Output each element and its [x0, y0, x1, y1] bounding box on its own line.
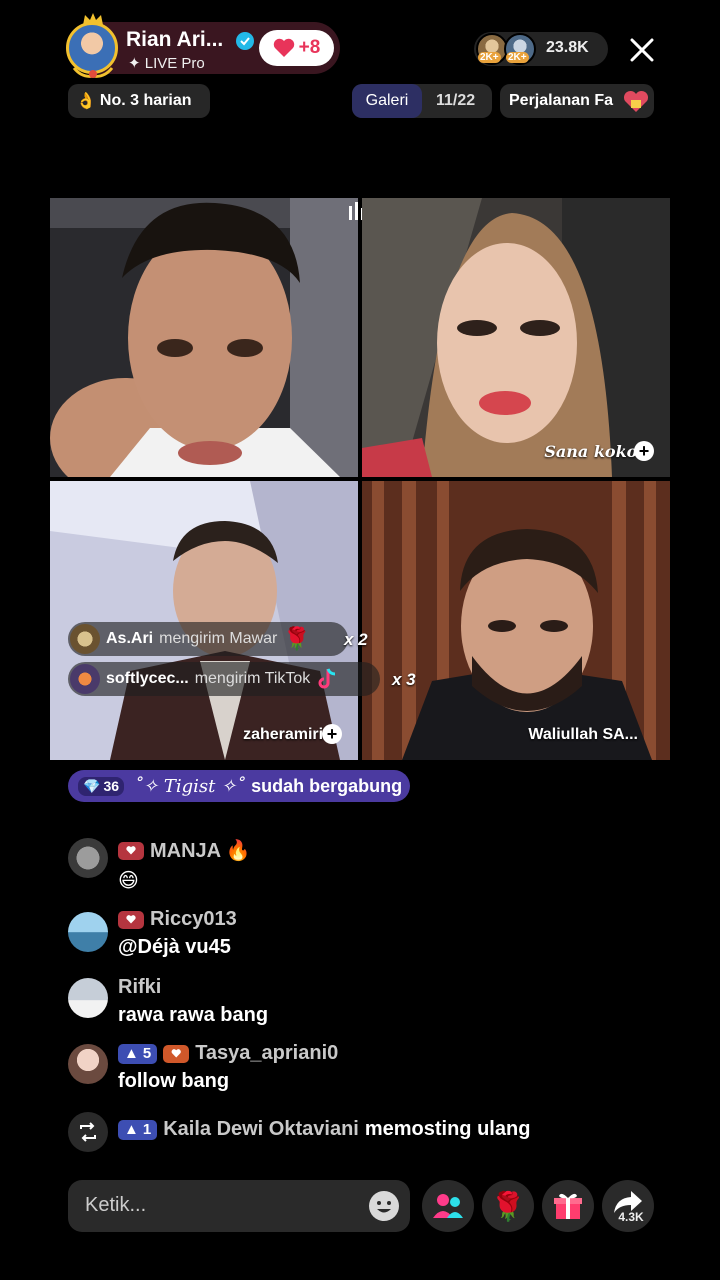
fire-icon: 👌: [76, 93, 96, 110]
user-level-badge: ▲ 5: [118, 1043, 158, 1064]
emoji-icon[interactable]: [368, 1190, 400, 1222]
gift-box-icon: [554, 1193, 582, 1219]
repost-action: memosting ulang: [364, 1118, 531, 1140]
level-triangle-icon: ▲: [124, 1121, 139, 1138]
guest-name: Sana koko-: [544, 442, 644, 461]
fan-badge-icon: [163, 1044, 190, 1063]
chat-username-text: Tasya_apriani0: [195, 1042, 339, 1064]
chat-username[interactable]: MANJA 🔥: [118, 838, 251, 863]
guest-video-3[interactable]: zaheramiri6 +: [50, 481, 358, 760]
rose-icon: 🌹: [490, 1190, 526, 1222]
viewer-list[interactable]: 2K+ 2K+ 23.8K: [474, 32, 608, 66]
rose-icon: 🌹: [283, 626, 311, 651]
joined-username: ˚✧ Tigist ✧˚: [134, 775, 246, 797]
follow-like-button[interactable]: +8: [259, 30, 334, 66]
level-number: 5: [142, 1045, 152, 1062]
tiktok-icon: [318, 668, 336, 689]
video-frame: [50, 198, 358, 477]
video-frame: [362, 198, 670, 477]
guest-video-2[interactable]: Sana koko- +: [362, 198, 670, 477]
guest-video-4[interactable]: Waliullah SA...: [362, 481, 670, 760]
gift-sender-avatar: [70, 664, 100, 694]
repost-username[interactable]: Kaila Dewi Oktaviani: [163, 1118, 359, 1141]
gallery-label: Galeri: [352, 84, 422, 118]
gift-notification: softlycec... mengirim TikTok: [68, 662, 380, 696]
host-name: Rian Ari...: [126, 28, 224, 51]
user-level-badge: ▲ 1: [118, 1119, 158, 1140]
chat-avatar[interactable]: [68, 912, 108, 952]
journey-chip[interactable]: Perjalanan Fa: [500, 84, 654, 118]
viewer-badge: 2K+: [506, 52, 529, 63]
guest-video-1[interactable]: [50, 198, 358, 477]
level-number: 36: [103, 778, 120, 794]
guest-name: zaheramiri6: [243, 726, 332, 743]
chat-text: follow bang: [118, 1070, 230, 1092]
daily-rank-chip[interactable]: 👌 No. 3 harian: [68, 84, 210, 118]
viewer-badge: 2K+: [478, 52, 501, 63]
chat-username-text: Riccy013: [150, 908, 237, 930]
comment-input[interactable]: Ketik...: [68, 1180, 410, 1232]
video-frame: [50, 481, 358, 760]
level-triangle-icon: ▲: [124, 1045, 139, 1062]
rank-label: No. 3 harian: [99, 92, 192, 109]
guests-button[interactable]: [422, 1180, 474, 1232]
fan-badge-icon: [118, 910, 144, 929]
host-info[interactable]: Rian Ari... ✦ LIVE Pro +8: [66, 13, 340, 78]
heart-icon: [273, 38, 294, 57]
gallery-chip[interactable]: Galeri 11/22: [352, 84, 492, 118]
host-subtitle: ✦ LIVE Pro: [128, 55, 205, 72]
chat-text: @Déjà vu45: [118, 936, 231, 958]
laurel-icon: [72, 67, 114, 78]
journey-label: Perjalanan Fa: [509, 92, 614, 109]
share-button[interactable]: [602, 1180, 654, 1232]
verified-icon: [236, 32, 254, 50]
join-banner: 💎 36 ˚✧ Tigist ✧˚ sudah bergabung: [68, 770, 410, 802]
user-level-badge: 💎 36: [78, 776, 125, 796]
gift-multiplier: x 3: [392, 670, 416, 689]
gift-button[interactable]: [542, 1180, 594, 1232]
chat-username-text: MANJA 🔥: [150, 840, 251, 862]
diamond-icon: 💎: [83, 777, 101, 794]
gift-sender: As.Ari: [106, 630, 154, 647]
close-icon[interactable]: [626, 34, 658, 66]
join-text: sudah bergabung: [251, 775, 403, 796]
gift-action: mengirim Mawar: [159, 630, 278, 647]
multi-guest-icon: [433, 1194, 463, 1218]
chat-username[interactable]: Riccy013: [118, 908, 237, 931]
gift-sender: softlycec...: [106, 670, 189, 687]
chat-text: rawa rawa bang: [118, 1004, 269, 1026]
crown-icon: [83, 13, 103, 25]
chat-avatar[interactable]: [68, 978, 108, 1018]
gift-multiplier: x 2: [344, 630, 368, 649]
share-count: 4.3K: [618, 1210, 644, 1224]
follow-plus-icon[interactable]: +: [322, 724, 342, 744]
chat-text: 😄: [118, 870, 139, 892]
gallery-count: 11/22: [436, 92, 476, 109]
gift-sender-avatar: [70, 624, 100, 654]
guest-name: Waliullah SA...: [528, 726, 638, 743]
chat-avatar[interactable]: [68, 838, 108, 878]
level-number: 1: [142, 1121, 152, 1138]
comment-placeholder: Ketik...: [85, 1194, 147, 1216]
video-frame: [362, 481, 670, 760]
repost-icon: [68, 1112, 108, 1152]
gift-heart-icon: [623, 90, 649, 112]
gift-action: mengirim TikTok: [194, 670, 311, 687]
like-count: +8: [298, 37, 321, 58]
repost-text: ▲ 1 Kaila Dewi Oktaviani memosting ulang: [118, 1118, 530, 1141]
chat-username[interactable]: ▲ 5 Tasya_apriani0: [118, 1042, 338, 1065]
follow-plus-icon[interactable]: +: [634, 441, 654, 461]
chat-username[interactable]: Rifki: [118, 976, 161, 999]
rose-gift-button[interactable]: 🌹: [482, 1180, 534, 1232]
chat-avatar[interactable]: [68, 1044, 108, 1084]
fan-badge-icon: [118, 841, 144, 860]
viewer-count: 23.8K: [546, 39, 589, 56]
gift-notification: As.Ari mengirim Mawar 🌹: [68, 622, 348, 656]
